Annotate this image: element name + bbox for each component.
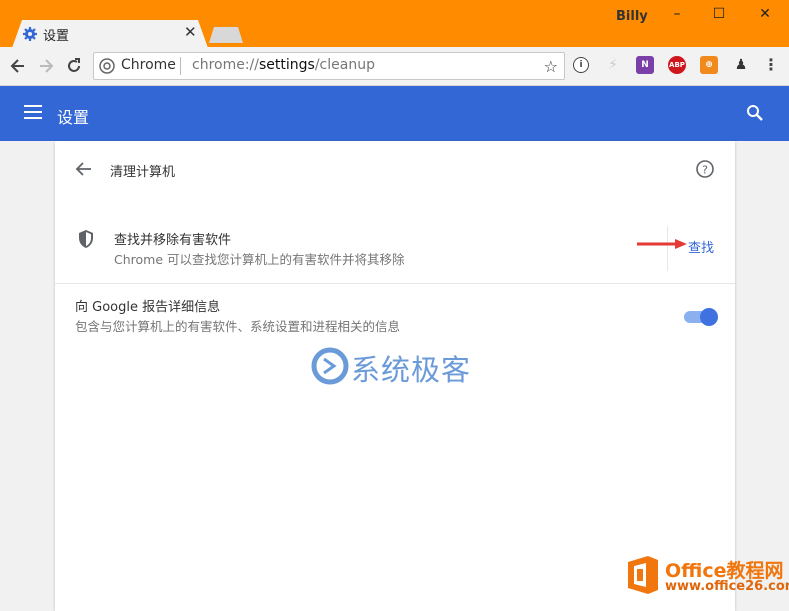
shield-icon <box>79 230 93 248</box>
svg-text:?: ? <box>702 164 708 177</box>
tab-settings[interactable]: 设置 ✕ <box>12 20 208 48</box>
back-arrow-icon[interactable] <box>75 160 93 178</box>
find-harmful-software-title: 查找并移除有害软件 <box>114 233 232 248</box>
orange-extension-icon[interactable]: ⊕ <box>700 56 718 74</box>
corner-logo-url: www.office26.com <box>665 579 789 594</box>
bookmark-star-icon[interactable]: ☆ <box>544 57 558 76</box>
onenote-extension-icon[interactable]: N <box>636 56 654 74</box>
tab-close-icon[interactable]: ✕ <box>184 23 197 41</box>
tab-title: 设置 <box>43 29 70 44</box>
report-details-toggle[interactable] <box>684 308 718 326</box>
new-tab-button[interactable] <box>209 27 243 43</box>
page-title: 设置 <box>57 108 90 127</box>
corner-logo: Office教程网 www.office26.com <box>620 548 789 603</box>
watermark-logo-icon <box>311 347 349 385</box>
find-button[interactable]: 查找 <box>688 237 714 256</box>
reload-icon[interactable] <box>64 56 84 76</box>
back-nav-icon[interactable] <box>8 56 28 76</box>
minimize-icon[interactable]: – <box>667 6 687 26</box>
omnibox-url[interactable]: chrome://settings/cleanup <box>192 57 375 73</box>
settings-header: 设置 <box>0 86 789 141</box>
omnibox-divider <box>180 57 181 75</box>
window-titlebar: 设置 ✕ Billy – ☐ ✕ <box>0 0 789 48</box>
penguin-extension-icon[interactable]: ♟ <box>732 56 750 74</box>
search-icon[interactable] <box>746 104 764 122</box>
subpage-title: 清理计算机 <box>110 165 176 180</box>
omnibox-scheme-label: Chrome <box>121 57 176 73</box>
info-extension-icon[interactable]: i <box>573 57 589 73</box>
profile-name[interactable]: Billy <box>616 9 648 24</box>
help-icon[interactable]: ? <box>695 159 715 179</box>
adblock-extension-icon[interactable]: ABP <box>668 56 686 74</box>
address-bar[interactable]: Chrome chrome://settings/cleanup ☆ <box>93 52 565 80</box>
hamburger-menu-icon[interactable] <box>24 105 42 119</box>
office-logo-icon <box>628 556 658 594</box>
browser-toolbar: Chrome chrome://settings/cleanup ☆ i ⚡ N… <box>0 47 789 86</box>
maximize-icon[interactable]: ☐ <box>709 6 729 26</box>
watermark-text: 系统极客 <box>351 353 472 387</box>
forward-nav-icon[interactable] <box>36 56 56 76</box>
toggle-knob <box>700 308 718 326</box>
watermark: 系统极客 <box>311 343 541 389</box>
close-window-icon[interactable]: ✕ <box>755 6 775 26</box>
flash-extension-icon[interactable]: ⚡ <box>604 56 622 74</box>
find-harmful-software-description: Chrome 可以查找您计算机上的有害软件并将其移除 <box>114 252 405 267</box>
settings-card: 清理计算机 ? 查找并移除有害软件 Chrome 可以查找您计算机上的有害软件并… <box>55 141 735 611</box>
report-details-title: 向 Google 报告详细信息 <box>75 300 221 315</box>
chrome-icon <box>99 58 115 74</box>
section-divider <box>55 283 735 284</box>
red-arrow-annotation <box>637 239 687 249</box>
report-details-description: 包含与您计算机上的有害软件、系统设置和进程相关的信息 <box>75 319 401 334</box>
chrome-menu-icon[interactable]: ⋮ <box>762 56 780 74</box>
gear-icon <box>23 27 37 41</box>
